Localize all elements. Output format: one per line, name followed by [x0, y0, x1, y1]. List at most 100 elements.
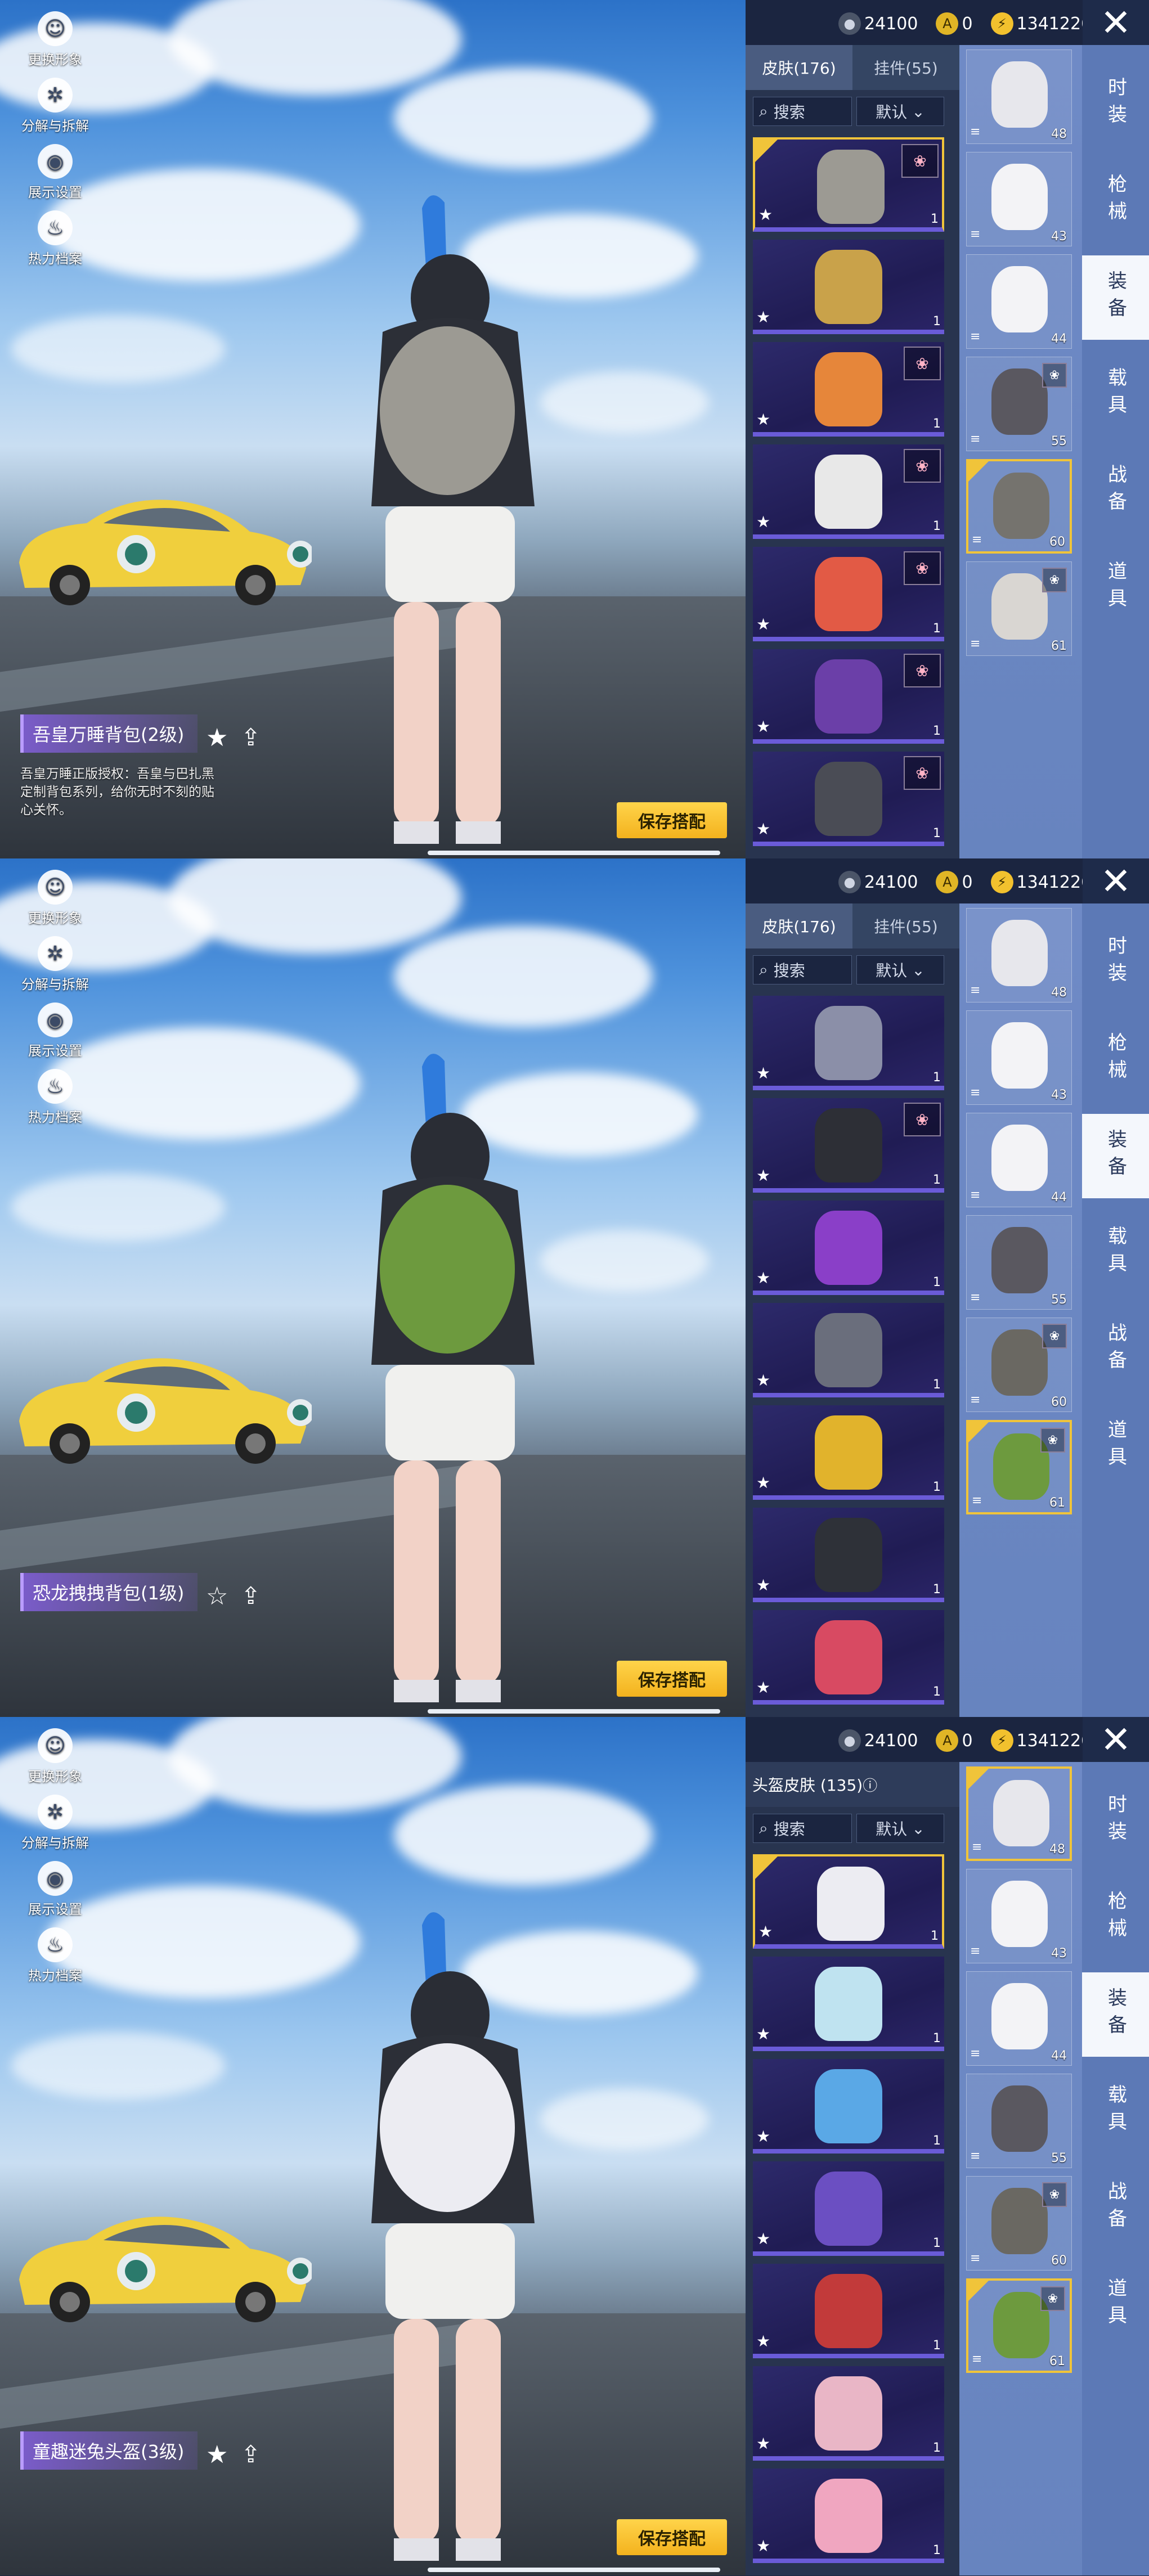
sort-dropdown[interactable]: 默认 ⌄	[856, 955, 944, 984]
skin-grid-item[interactable]: ❀ ★ 1	[753, 444, 944, 539]
tab-skins[interactable]: 皮肤(176)	[746, 903, 852, 948]
category-tab[interactable]: 道具	[1082, 546, 1149, 630]
close-icon[interactable]: ✕	[1083, 1717, 1149, 1762]
skin-grid-item[interactable]: ★ 1	[753, 1405, 944, 1500]
skin-grid-item[interactable]: ★ 1	[753, 2469, 944, 2563]
tab-pendants[interactable]: 挂件(55)	[852, 45, 959, 90]
favorite-star-icon[interactable]: ★	[756, 1576, 770, 1594]
favorite-star-icon[interactable]: ★	[756, 1473, 770, 1492]
favorite-star-icon[interactable]: ★	[756, 717, 770, 736]
favorite-star-icon[interactable]: ★	[206, 723, 228, 752]
equipped-slot[interactable]: ≡ 48	[966, 908, 1072, 1002]
left-menu-item[interactable]: ♨ 热力档案	[16, 210, 95, 277]
skin-grid-item[interactable]: ❀ ★ 1	[753, 547, 944, 641]
favorite-star-icon[interactable]: ★	[756, 2332, 770, 2350]
help-icon[interactable]: ⓘ	[863, 1774, 877, 1795]
category-tab[interactable]: 载具	[1082, 1211, 1149, 1295]
equipped-slot[interactable]: ❀ ≡ 55	[966, 357, 1072, 451]
skin-grid-item[interactable]: ★ 1	[753, 1610, 944, 1705]
equipped-slot[interactable]: ≡ 48	[966, 50, 1072, 144]
save-outfit-button[interactable]: 保存搭配	[617, 1661, 727, 1697]
tab-pendants[interactable]: 挂件(55)	[852, 903, 959, 948]
skin-grid-item[interactable]: ★ 1	[753, 1854, 944, 1949]
skin-grid-item[interactable]: ★ 1	[753, 996, 944, 1090]
equipped-slot[interactable]: ❀ ≡ 61	[966, 1420, 1072, 1514]
category-tab[interactable]: 道具	[1082, 2263, 1149, 2347]
equipped-slot[interactable]: ≡ 55	[966, 1215, 1072, 1310]
left-menu-item[interactable]: ☺ 更换形象	[16, 870, 95, 936]
left-menu-item[interactable]: ♨ 热力档案	[16, 1069, 95, 1135]
left-menu-item[interactable]: ✲ 分解与拆解	[16, 936, 95, 1002]
favorite-star-icon[interactable]: ★	[756, 1371, 770, 1390]
equipped-slot[interactable]: ≡ 48	[966, 1766, 1072, 1861]
left-menu-item[interactable]: ♨ 热力档案	[16, 1927, 95, 1994]
equipped-slot[interactable]: ≡ 44	[966, 254, 1072, 349]
favorite-star-icon[interactable]: ★	[756, 1064, 770, 1082]
equipped-slot[interactable]: ≡ 44	[966, 1971, 1072, 2066]
favorite-star-icon[interactable]: ★	[756, 2537, 770, 2555]
favorite-star-icon[interactable]: ★	[756, 1269, 770, 1287]
category-tab[interactable]: 时装	[1082, 1779, 1149, 1863]
category-tab[interactable]: 装备	[1082, 1972, 1149, 2057]
skin-grid-item[interactable]: ❀ ★ 1	[753, 137, 944, 232]
search-input[interactable]: ⌕ 搜索	[753, 97, 852, 126]
equipped-slot[interactable]: ❀ ≡ 61	[966, 2278, 1072, 2373]
search-input[interactable]: ⌕ 搜索	[753, 1814, 852, 1843]
category-tab[interactable]: 枪械	[1082, 1017, 1149, 1102]
left-menu-item[interactable]: ◉ 展示设置	[16, 1002, 95, 1069]
favorite-star-icon[interactable]: ★	[756, 2434, 770, 2453]
category-tab[interactable]: 战备	[1082, 2166, 1149, 2250]
skin-grid-item[interactable]: ❀ ★ 1	[753, 1098, 944, 1193]
skin-grid-item[interactable]: ★ 1	[753, 240, 944, 334]
share-icon[interactable]: ⇪	[241, 1582, 261, 1610]
favorite-star-icon[interactable]: ★	[758, 205, 773, 224]
equipped-slot[interactable]: ≡ 60	[966, 459, 1072, 554]
favorite-star-icon[interactable]: ★	[756, 1166, 770, 1185]
skin-grid-item[interactable]: ❀ ★ 1	[753, 342, 944, 437]
category-tab[interactable]: 装备	[1082, 255, 1149, 340]
favorite-star-icon[interactable]: ☆	[206, 1582, 228, 1611]
equipped-slot[interactable]: ≡ 55	[966, 2074, 1072, 2168]
skin-grid-item[interactable]: ★ 1	[753, 2366, 944, 2461]
equipped-slot[interactable]: ❀ ≡ 60	[966, 1318, 1072, 1412]
skin-grid-item[interactable]: ★ 1	[753, 2161, 944, 2256]
save-outfit-button[interactable]: 保存搭配	[617, 802, 727, 838]
save-outfit-button[interactable]: 保存搭配	[617, 2519, 727, 2555]
category-tab[interactable]: 时装	[1082, 920, 1149, 1005]
skin-grid-item[interactable]: ★ 1	[753, 1201, 944, 1295]
favorite-star-icon[interactable]: ★	[756, 512, 770, 531]
left-menu-item[interactable]: ◉ 展示设置	[16, 144, 95, 210]
left-menu-item[interactable]: ☺ 更换形象	[16, 11, 95, 78]
share-icon[interactable]: ⇪	[241, 2440, 261, 2468]
favorite-star-icon[interactable]: ★	[756, 615, 770, 633]
category-tab[interactable]: 载具	[1082, 352, 1149, 437]
skin-grid-item[interactable]: ★ 1	[753, 2264, 944, 2358]
favorite-star-icon[interactable]: ★	[206, 2440, 228, 2469]
favorite-star-icon[interactable]: ★	[756, 2229, 770, 2248]
left-menu-item[interactable]: ☺ 更换形象	[16, 1728, 95, 1795]
sort-dropdown[interactable]: 默认 ⌄	[856, 97, 944, 126]
category-tab[interactable]: 道具	[1082, 1404, 1149, 1489]
category-tab[interactable]: 枪械	[1082, 159, 1149, 243]
share-icon[interactable]: ⇪	[241, 723, 261, 751]
category-tab[interactable]: 时装	[1082, 62, 1149, 146]
equipped-slot[interactable]: ≡ 43	[966, 1010, 1072, 1105]
close-icon[interactable]: ✕	[1083, 858, 1149, 903]
favorite-star-icon[interactable]: ★	[756, 2025, 770, 2043]
equipped-slot[interactable]: ❀ ≡ 61	[966, 561, 1072, 656]
left-menu-item[interactable]: ◉ 展示设置	[16, 1861, 95, 1927]
close-icon[interactable]: ✕	[1083, 0, 1149, 45]
left-menu-item[interactable]: ✲ 分解与拆解	[16, 1795, 95, 1861]
favorite-star-icon[interactable]: ★	[758, 1922, 773, 1941]
equipped-slot[interactable]: ≡ 44	[966, 1113, 1072, 1207]
left-menu-item[interactable]: ✲ 分解与拆解	[16, 78, 95, 144]
category-tab[interactable]: 载具	[1082, 2069, 1149, 2154]
skin-grid-item[interactable]: ★ 1	[753, 1303, 944, 1397]
tab-skins[interactable]: 皮肤(176)	[746, 45, 852, 90]
favorite-star-icon[interactable]: ★	[756, 1678, 770, 1697]
equipped-slot[interactable]: ≡ 43	[966, 152, 1072, 246]
favorite-star-icon[interactable]: ★	[756, 308, 770, 326]
skin-grid-item[interactable]: ❀ ★ 1	[753, 752, 944, 846]
favorite-star-icon[interactable]: ★	[756, 410, 770, 429]
favorite-star-icon[interactable]: ★	[756, 2127, 770, 2146]
